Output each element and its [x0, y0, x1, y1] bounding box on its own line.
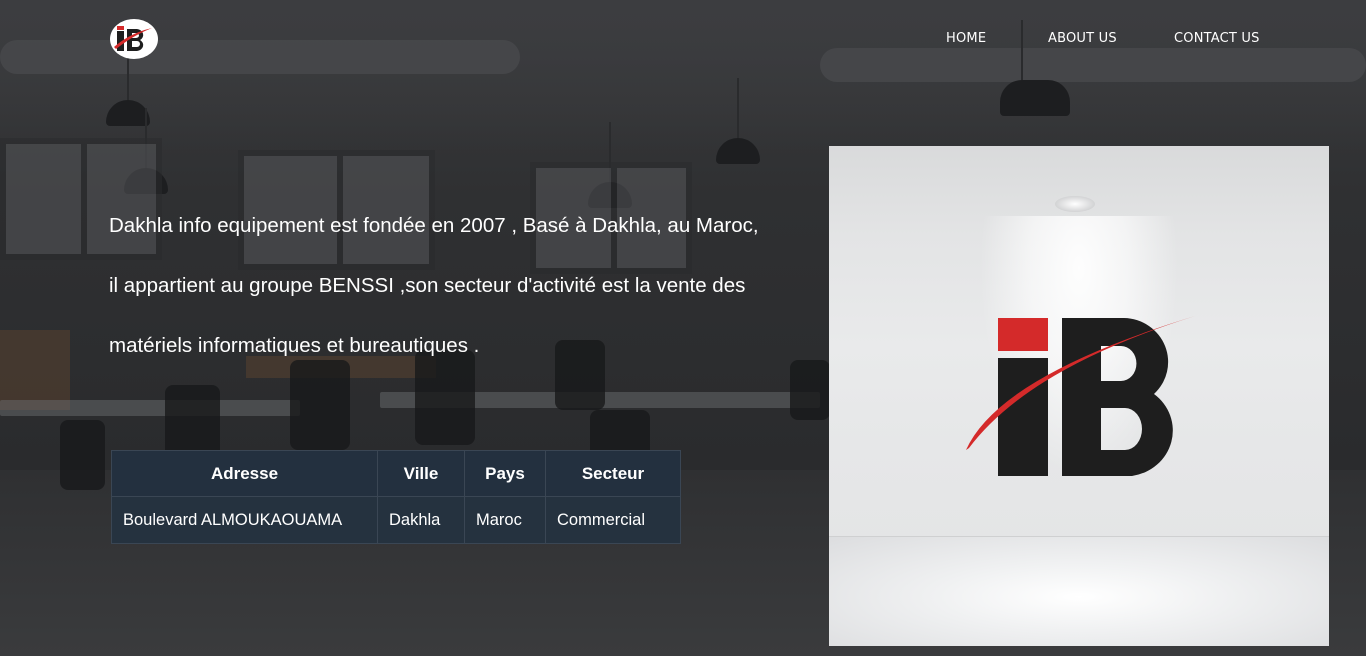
column-header-pays: Pays	[464, 450, 546, 497]
column-header-ville: Ville	[377, 450, 465, 497]
cell-pays: Maroc	[464, 496, 546, 544]
brand-logo-image	[829, 146, 1329, 646]
table-header-row: Adresse Ville Pays Secteur	[111, 450, 681, 497]
cell-adresse: Boulevard ALMOUKAOUAMA	[111, 496, 378, 544]
intro-line: il appartient au groupe BENSSI ,son sect…	[109, 274, 746, 297]
column-header-adresse: Adresse	[111, 450, 378, 497]
company-intro: Dakhla info equipement est fondée en 200…	[109, 196, 819, 376]
nav-contact-us[interactable]: CONTACT US	[1174, 31, 1260, 46]
ib-logo-mark	[966, 316, 1195, 476]
nav-home[interactable]: HOME	[946, 31, 986, 46]
nav-about-us[interactable]: ABOUT US	[1048, 31, 1117, 46]
cell-ville: Dakhla	[377, 496, 465, 544]
cell-secteur: Commercial	[545, 496, 681, 544]
company-info-table: Adresse Ville Pays Secteur Boulevard ALM…	[111, 450, 681, 544]
table-row: Boulevard ALMOUKAOUAMA Dakhla Maroc Comm…	[111, 496, 681, 544]
intro-line: matériels informatiques et bureautiques …	[109, 334, 480, 357]
intro-line: Dakhla info equipement est fondée en 200…	[109, 214, 759, 237]
site-logo[interactable]	[108, 17, 160, 61]
column-header-secteur: Secteur	[545, 450, 681, 497]
